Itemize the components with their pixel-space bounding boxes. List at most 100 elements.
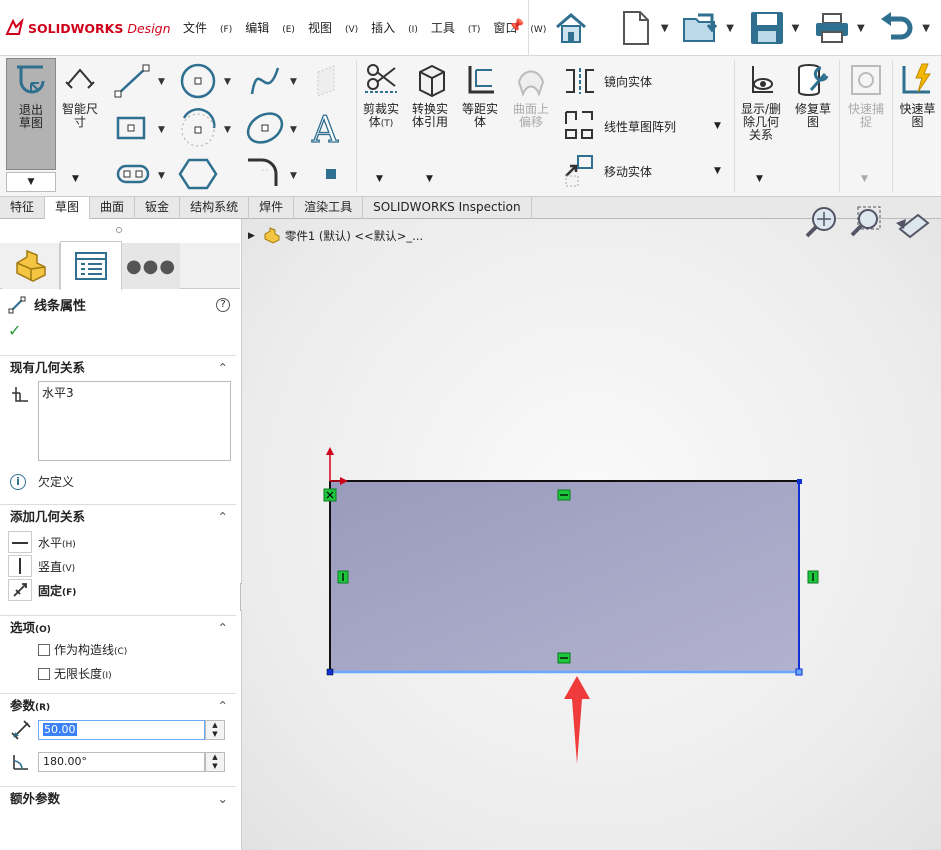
quick-access-toolbar: ▼ ▼ ▼ ▼ ▼ [528,0,941,56]
move-dropdown-icon[interactable]: ▼ [714,166,721,176]
panel-grip[interactable] [116,227,122,233]
infinite-length-checkbox[interactable]: 无限长度(I) [38,665,112,682]
horizontal-relation-bottom-icon [557,652,571,664]
tab-render-tools[interactable]: 渲染工具 [294,197,364,219]
offset-on-surface-button[interactable]: 曲面上偏移 [506,62,556,129]
trim-entities-button[interactable]: 剪裁实体(T) [358,62,404,131]
home-icon[interactable] [549,6,593,50]
parameters-header[interactable]: 参数(R) ⌃ [0,693,236,717]
new-dropdown-icon[interactable]: ▼ [658,23,672,34]
ok-checkmark-icon[interactable]: ✓ [8,321,21,340]
menu-view[interactable]: 视图 (V) [308,19,358,36]
length-input[interactable]: 50.00 [38,720,205,740]
add-horizontal-relation[interactable]: 水平(H) [8,531,76,553]
quick-snap-label: 快速捕捉 [848,102,885,129]
property-manager-panel: ●●● 线条属性 ? ✓ 现有几何关系 ⌃ 水平3 i 欠定义 添加几何关系 ⌃ 水… [0,219,250,850]
open-dropdown-icon[interactable]: ▼ [723,23,737,34]
tab-inspection[interactable]: SOLIDWORKS Inspection [363,197,532,219]
relations-list[interactable]: 水平3 [38,381,231,461]
panel-title-row: 线条属性 ? [8,295,234,314]
smart-dimension-dropdown-icon[interactable]: ▼ [72,174,79,184]
undo-icon[interactable] [876,6,920,50]
new-document-icon[interactable] [614,6,658,50]
property-manager-tab[interactable] [60,241,122,290]
tab-features[interactable]: 特征 [0,197,46,219]
menu-file[interactable]: 文件 (F) [183,19,232,36]
relation-item[interactable]: 水平3 [42,384,227,401]
smart-dimension-button[interactable]: 智能尺寸 [58,62,102,129]
panel-title: 线条属性 [34,299,87,314]
convert-entities-button[interactable]: 转换实体引用 [406,62,454,129]
exit-sketch-dropdown-icon[interactable]: ▼ [6,172,56,192]
repair-sketch-button[interactable]: 修复草图 [788,62,838,129]
undo-dropdown-icon[interactable]: ▼ [919,23,933,34]
svg-text:▼: ▼ [224,125,231,135]
more-tabs-button[interactable]: ●●● [122,243,180,289]
tab-structure-system[interactable]: 结构系统 [180,197,250,219]
offset-entities-button[interactable]: 等距实体 [456,62,504,129]
ellipse-icon [246,112,284,144]
rapid-sketch-button[interactable]: 快速草图 [894,62,941,129]
feature-manager-tab[interactable] [2,243,60,289]
angle-icon [13,755,28,770]
arc-icon [181,108,216,147]
open-icon[interactable] [680,6,724,50]
quick-snaps-button[interactable]: 快速捕捉 [842,62,890,129]
exit-sketch-button[interactable]: 退出草图 [6,58,56,170]
tab-weldments[interactable]: 焊件 [249,197,295,219]
sketch-canvas [323,447,819,764]
add-vertical-relation[interactable]: 竖直(V) [8,555,75,577]
length-stepper[interactable]: ▲ ▼ [205,720,225,740]
coincident-relation-icon [323,488,337,502]
options-header[interactable]: 选项(O) ⌃ [0,615,236,639]
smart-dimension-label: 智能尺寸 [62,102,99,129]
line-properties-icon [8,296,26,313]
exit-sketch-label: 退出草图 [18,103,43,130]
construction-checkbox-box[interactable] [38,643,50,656]
plane-icon [317,65,335,97]
rapid-sketch-icon [902,63,931,94]
pin-icon[interactable]: 📌 [508,19,524,34]
trim-dropdown-icon[interactable]: ▼ [376,174,383,184]
angle-input[interactable]: 180.00° [38,752,205,772]
linear-pattern-button[interactable]: 线性草图阵列 ▼ [562,108,721,144]
print-icon[interactable] [810,6,854,50]
fix-relation-icon [8,579,32,601]
quick-snap-dropdown-icon[interactable]: ▼ [861,174,868,184]
menu-edit[interactable]: 编辑 (E) [245,19,295,36]
menu-tools[interactable]: 工具 (T) [431,19,481,36]
save-dropdown-icon[interactable]: ▼ [789,23,803,34]
offset-surface-label: 曲面上偏移 [512,102,549,129]
display-relations-dropdown-icon[interactable]: ▼ [756,174,763,184]
polygon-icon [178,158,218,190]
vertical-relation-left-icon [337,570,349,584]
exit-sketch-icon [17,65,45,94]
angle-stepper[interactable]: ▲ ▼ [205,752,225,772]
display-delete-relations-button[interactable]: 显示/删除几何关系 [736,62,786,142]
fillet-icon [248,158,278,186]
slot-icon [116,164,150,184]
convert-dropdown-icon[interactable]: ▼ [426,174,433,184]
vertex-top-right [797,479,802,484]
save-icon[interactable] [745,6,789,50]
tab-sketch[interactable]: 草图 [45,197,91,219]
linear-pattern-dropdown-icon[interactable]: ▼ [714,121,721,131]
mirror-entities-button[interactable]: 镜向实体 [562,66,652,96]
construction-checkbox[interactable]: 作为构造线(C) [38,641,127,658]
print-dropdown-icon[interactable]: ▼ [854,23,868,34]
tab-surfaces[interactable]: 曲面 [90,197,136,219]
add-fix-relation[interactable]: 固定(F) [8,579,76,601]
add-relations-header[interactable]: 添加几何关系 ⌃ [0,504,236,528]
graphics-area[interactable]: ▶ 零件1 (默认) <<默认>_... [242,206,941,850]
extra-parameters-header[interactable]: 额外参数 ⌄ [0,786,236,810]
sketch-region-fill [330,481,799,672]
tab-sheet-metal[interactable]: 钣金 [135,197,181,219]
move-entities-button[interactable]: 移动实体 ▼ [562,154,721,188]
existing-relations-header[interactable]: 现有几何关系 ⌃ [0,355,236,379]
circle-icon [180,63,216,99]
help-icon[interactable]: ? [216,297,230,312]
infinite-length-checkbox-box[interactable] [38,667,50,680]
menu-insert[interactable]: 插入 (I) [371,19,418,36]
convert-entities-icon [419,64,445,98]
repair-sketch-icon [798,64,829,96]
